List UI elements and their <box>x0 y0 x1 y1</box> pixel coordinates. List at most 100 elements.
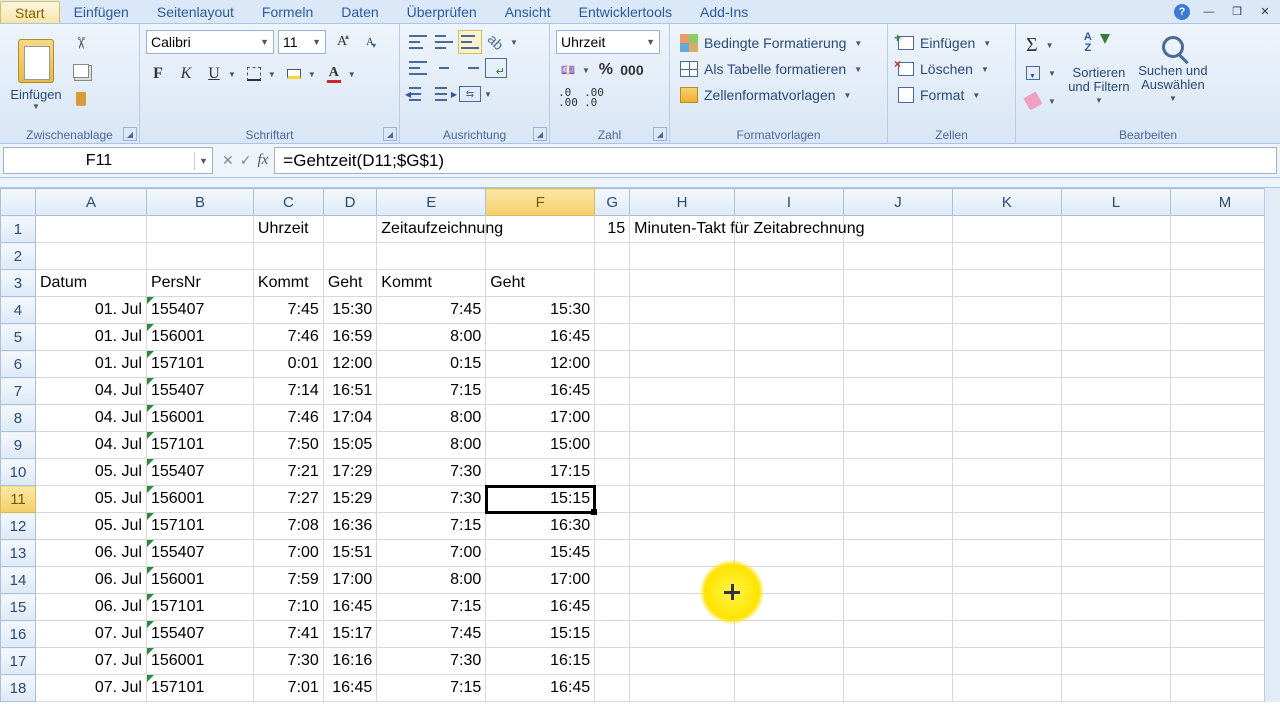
cell-K18[interactable] <box>952 675 1061 702</box>
orientation-button[interactable]: ab▼ <box>484 30 520 54</box>
cell-B14[interactable]: 156001 <box>146 567 253 594</box>
cell-J11[interactable] <box>843 486 952 513</box>
align-left-button[interactable] <box>406 56 430 80</box>
name-box[interactable]: F11 ▼ <box>3 147 213 174</box>
column-header-G[interactable]: G <box>595 189 630 216</box>
cell-I18[interactable] <box>735 675 844 702</box>
cell-B7[interactable]: 155407 <box>146 378 253 405</box>
cell-J8[interactable] <box>843 405 952 432</box>
cell-G9[interactable] <box>595 432 630 459</box>
cell-G12[interactable] <box>595 513 630 540</box>
cell-C4[interactable]: 7:45 <box>253 297 323 324</box>
cell-F16[interactable]: 15:15 <box>486 621 595 648</box>
column-header-C[interactable]: C <box>253 189 323 216</box>
cell-B9[interactable]: 157101 <box>146 432 253 459</box>
cell-L4[interactable] <box>1061 297 1170 324</box>
cell-F15[interactable]: 16:45 <box>486 594 595 621</box>
cell-L10[interactable] <box>1061 459 1170 486</box>
copy-button[interactable] <box>70 60 92 82</box>
row-header[interactable]: 13 <box>1 540 36 567</box>
cell-G11[interactable] <box>595 486 630 513</box>
tab-formulas[interactable]: Formeln <box>248 1 327 22</box>
cell-H18[interactable] <box>630 675 735 702</box>
row-header[interactable]: 9 <box>1 432 36 459</box>
cell-K12[interactable] <box>952 513 1061 540</box>
cell-F18[interactable]: 16:45 <box>486 675 595 702</box>
cell-I9[interactable] <box>735 432 844 459</box>
cell-K14[interactable] <box>952 567 1061 594</box>
cell-G16[interactable] <box>595 621 630 648</box>
cell-L6[interactable] <box>1061 351 1170 378</box>
cell-K6[interactable] <box>952 351 1061 378</box>
sort-filter-button[interactable]: Sortieren und Filtern▼ <box>1064 30 1134 108</box>
cell-L8[interactable] <box>1061 405 1170 432</box>
cell-F4[interactable]: 15:30 <box>486 297 595 324</box>
tab-data[interactable]: Daten <box>327 1 392 22</box>
cell-styles-button[interactable]: Zellenformatvorlagen▼ <box>676 82 855 108</box>
cell-K17[interactable] <box>952 648 1061 675</box>
cell-L9[interactable] <box>1061 432 1170 459</box>
cell-B18[interactable]: 157101 <box>146 675 253 702</box>
cell-H10[interactable] <box>630 459 735 486</box>
decrease-indent-button[interactable] <box>406 82 430 106</box>
cell-K9[interactable] <box>952 432 1061 459</box>
clear-button[interactable]: ▼ <box>1022 88 1060 114</box>
cell-I13[interactable] <box>735 540 844 567</box>
cell-H14[interactable] <box>630 567 735 594</box>
cell-E16[interactable]: 7:45 <box>377 621 486 648</box>
cell-A9[interactable]: 04. Jul <box>35 432 146 459</box>
cell-I15[interactable] <box>735 594 844 621</box>
cell-A10[interactable]: 05. Jul <box>35 459 146 486</box>
cell-C5[interactable]: 7:46 <box>253 324 323 351</box>
cell-J10[interactable] <box>843 459 952 486</box>
alignment-dialog-launcher[interactable]: ◢ <box>533 127 547 141</box>
cell-B13[interactable]: 155407 <box>146 540 253 567</box>
cell-C10[interactable]: 7:21 <box>253 459 323 486</box>
align-center-button[interactable] <box>432 56 456 80</box>
cell-I10[interactable] <box>735 459 844 486</box>
cell-H3[interactable] <box>630 270 735 297</box>
tab-start[interactable]: Start <box>0 1 60 23</box>
column-header-H[interactable]: H <box>630 189 735 216</box>
wrap-text-button[interactable] <box>484 56 508 80</box>
cell-H2[interactable] <box>630 243 735 270</box>
cell-I2[interactable] <box>735 243 844 270</box>
column-header-D[interactable]: D <box>323 189 376 216</box>
cell-I7[interactable] <box>735 378 844 405</box>
column-header-A[interactable]: A <box>35 189 146 216</box>
autosum-button[interactable]: Σ▼ <box>1022 32 1060 58</box>
decrease-decimal-button[interactable]: .00.0 <box>582 86 606 110</box>
cell-K1[interactable] <box>952 216 1061 243</box>
cell-F12[interactable]: 16:30 <box>486 513 595 540</box>
cell-E2[interactable] <box>377 243 486 270</box>
align-middle-button[interactable] <box>432 30 456 54</box>
cell-E10[interactable]: 7:30 <box>377 459 486 486</box>
tab-review[interactable]: Überprüfen <box>393 1 491 22</box>
cell-D8[interactable]: 17:04 <box>323 405 376 432</box>
cell-K7[interactable] <box>952 378 1061 405</box>
cell-G2[interactable] <box>595 243 630 270</box>
cell-K4[interactable] <box>952 297 1061 324</box>
row-header[interactable]: 7 <box>1 378 36 405</box>
find-select-button[interactable]: Suchen und Auswählen▼ <box>1138 30 1208 106</box>
cell-J15[interactable] <box>843 594 952 621</box>
underline-button[interactable]: U▼ <box>202 62 238 86</box>
borders-button[interactable]: ▼ <box>242 62 278 86</box>
chevron-down-icon[interactable]: ▼ <box>194 152 212 170</box>
cell-L2[interactable] <box>1061 243 1170 270</box>
formula-bar-expand[interactable] <box>0 178 1280 188</box>
cell-G14[interactable] <box>595 567 630 594</box>
row-header[interactable]: 15 <box>1 594 36 621</box>
row-header[interactable]: 8 <box>1 405 36 432</box>
cell-L14[interactable] <box>1061 567 1170 594</box>
tab-pagelayout[interactable]: Seitenlayout <box>143 1 248 22</box>
cell-C6[interactable]: 0:01 <box>253 351 323 378</box>
align-bottom-button[interactable] <box>458 30 482 54</box>
cell-K11[interactable] <box>952 486 1061 513</box>
cut-button[interactable]: ✂ <box>70 32 92 54</box>
cell-B17[interactable]: 156001 <box>146 648 253 675</box>
thousands-button[interactable]: 000 <box>620 58 644 82</box>
cell-C9[interactable]: 7:50 <box>253 432 323 459</box>
cell-A13[interactable]: 06. Jul <box>35 540 146 567</box>
column-header-B[interactable]: B <box>146 189 253 216</box>
